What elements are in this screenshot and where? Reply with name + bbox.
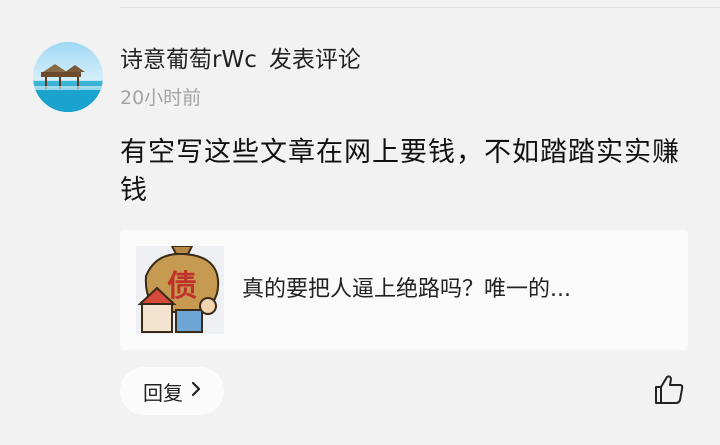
reply-label: 回复 xyxy=(143,380,183,405)
comment-header: 诗意葡萄rWc 发表评论 xyxy=(120,43,361,77)
article-title: 真的要把人逼上绝路吗？唯一的... xyxy=(242,277,571,302)
author-name[interactable]: 诗意葡萄rWc xyxy=(120,47,257,73)
comment-action-label: 发表评论 xyxy=(268,47,361,73)
comment-timestamp: 20小时前 xyxy=(120,87,202,109)
article-thumbnail-glyph: 债 xyxy=(167,269,197,304)
beach-pier-avatar-image xyxy=(33,42,103,112)
linked-article-card[interactable]: 债 真的要把人逼上绝路吗？唯一的... xyxy=(120,230,688,350)
thumbs-up-icon xyxy=(655,375,684,404)
top-divider xyxy=(120,7,720,8)
avatar[interactable] xyxy=(33,42,103,112)
reply-button[interactable]: 回复 xyxy=(120,367,224,415)
chevron-right-icon xyxy=(191,381,201,401)
comment-body: 有空写这些文章在网上要钱，不如踏踏实实赚钱 xyxy=(120,137,680,206)
article-thumbnail: 债 xyxy=(136,246,224,334)
like-button[interactable] xyxy=(652,373,686,407)
